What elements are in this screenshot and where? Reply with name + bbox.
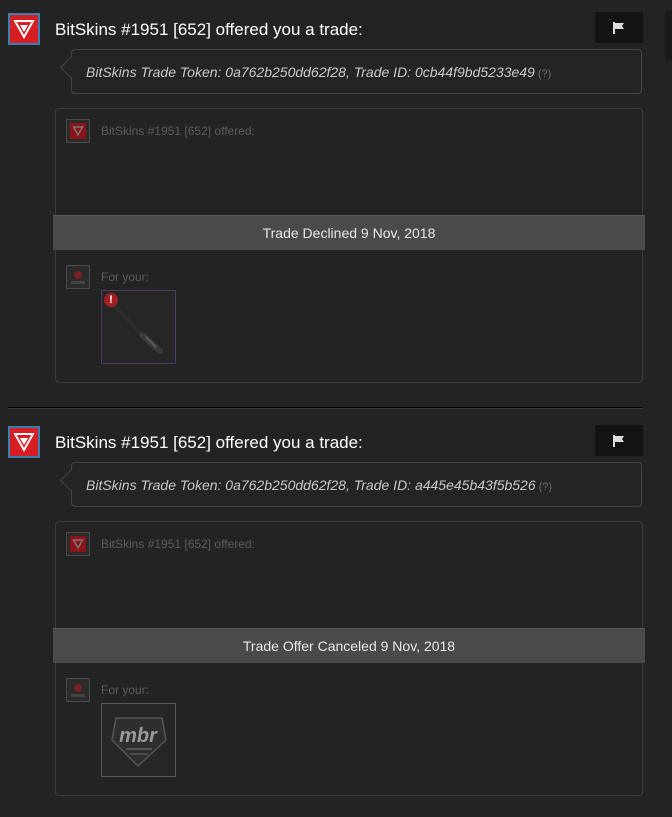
for-your-label: For your:	[101, 683, 150, 697]
mbr-sticker-icon: mbr	[111, 717, 167, 768]
mbr-logo-text: mbr	[119, 725, 158, 747]
trade-status-bar: Trade Declined 9 Nov, 2018	[53, 215, 645, 250]
offer-message-text: BitSkins Trade Token: 0a762b250dd62f28, …	[86, 477, 536, 493]
offer-title: BitSkins #1951 [652] offered you a trade…	[55, 433, 363, 452]
offered-label: BitSkins #1951 [652] offered:	[101, 537, 255, 551]
partner-small-avatar[interactable]	[66, 532, 90, 556]
flag-icon	[613, 434, 624, 447]
trade-status-bar: Trade Offer Canceled 9 Nov, 2018	[53, 628, 645, 663]
your-small-avatar[interactable]	[66, 265, 90, 289]
help-link[interactable]: (?)	[539, 481, 552, 493]
offered-label: BitSkins #1951 [652] offered:	[101, 124, 255, 138]
offer-message: BitSkins Trade Token: 0a762b250dd62f28, …	[71, 462, 642, 507]
bitskins-avatar[interactable]	[8, 426, 40, 458]
bitskins-logo-icon	[13, 433, 35, 453]
offer-title: BitSkins #1951 [652] offered you a trade…	[55, 20, 363, 39]
partner-small-avatar[interactable]	[66, 119, 90, 143]
flag-icon	[613, 21, 624, 34]
offer-separator	[8, 407, 643, 409]
offer-message-text: BitSkins Trade Token: 0a762b250dd62f28, …	[86, 64, 535, 80]
warning-icon: !	[104, 293, 118, 307]
trade-item-slot[interactable]: !	[101, 290, 176, 364]
report-flag-button[interactable]	[595, 12, 643, 43]
user-avatar-icon	[71, 684, 85, 697]
side-scroll-tab[interactable]	[665, 10, 672, 60]
help-link[interactable]: (?)	[538, 68, 551, 80]
for-your-label: For your:	[101, 270, 150, 284]
bitskins-logo-icon	[72, 126, 84, 137]
offer-message: BitSkins Trade Token: 0a762b250dd62f28, …	[71, 49, 642, 94]
your-small-avatar[interactable]	[66, 678, 90, 702]
trade-item-slot[interactable]: mbr	[101, 703, 176, 777]
bitskins-logo-icon	[72, 539, 84, 550]
user-avatar-icon	[71, 271, 85, 284]
report-flag-button[interactable]	[595, 425, 643, 456]
bitskins-logo-icon	[13, 20, 35, 40]
bitskins-avatar[interactable]	[8, 13, 40, 45]
